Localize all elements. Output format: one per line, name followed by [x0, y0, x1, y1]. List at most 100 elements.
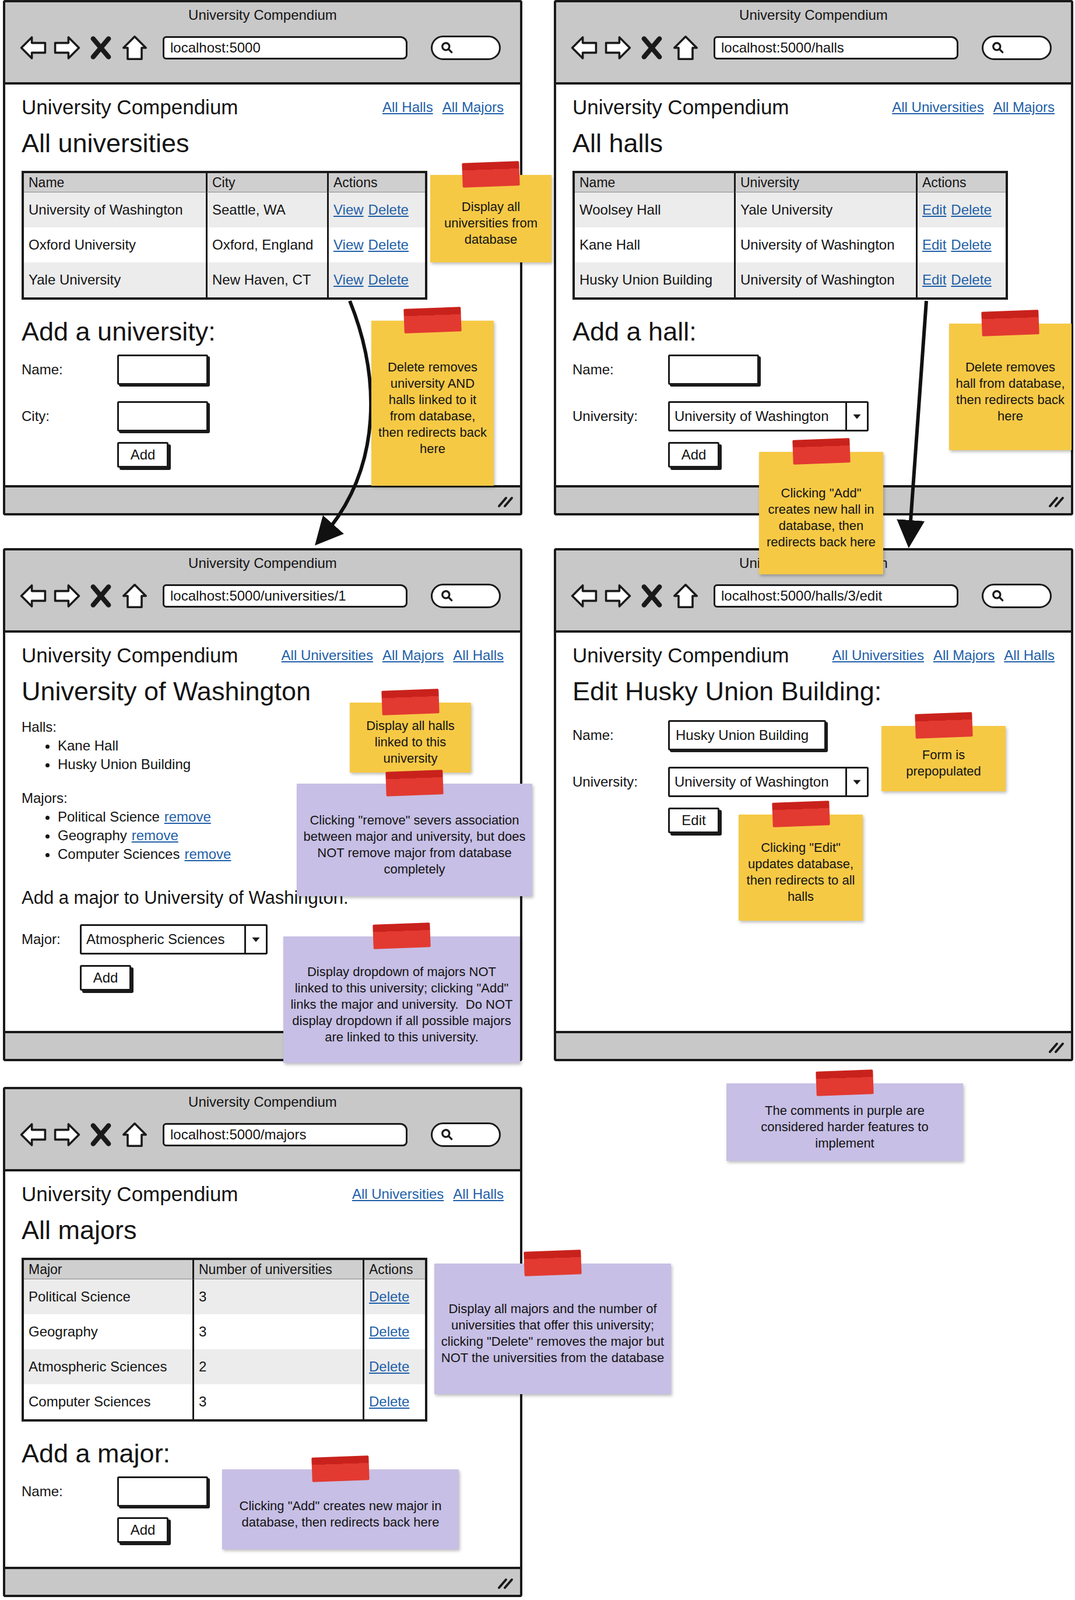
resize-grip-icon[interactable]	[1045, 492, 1067, 509]
site-brand[interactable]: University Compendium	[21, 643, 239, 668]
action-link[interactable]: Delete	[950, 236, 992, 254]
site-brand[interactable]: University Compendium	[21, 95, 239, 120]
search-box[interactable]	[430, 35, 501, 61]
submit-button[interactable]: Add	[79, 964, 132, 991]
stop-icon[interactable]	[86, 33, 115, 62]
action-link[interactable]: View	[333, 201, 364, 219]
table-cell: Oxford, England	[205, 227, 328, 263]
forward-icon[interactable]	[603, 33, 632, 62]
search-box[interactable]	[981, 583, 1052, 609]
tape	[385, 769, 444, 796]
text-input[interactable]	[117, 1476, 209, 1507]
actions-cell: Delete	[362, 1348, 425, 1384]
site-header: University Compendium All Universities All…	[21, 1181, 504, 1207]
table-cell: Woolsey Hall	[574, 192, 734, 228]
action-link[interactable]: Delete	[368, 236, 409, 254]
nav-link[interactable]: All Universities	[281, 647, 374, 664]
address-bar[interactable]: localhost:5000/halls/3/edit	[713, 584, 959, 608]
home-icon[interactable]	[120, 33, 149, 62]
text-input[interactable]	[668, 354, 760, 385]
page-heading: Edit Husky Union Building:	[572, 675, 882, 708]
dropdown[interactable]: Atmospheric Sciences	[79, 924, 268, 955]
action-link[interactable]: Edit	[922, 201, 947, 219]
forward-icon[interactable]	[53, 33, 82, 62]
nav-link[interactable]: All Halls	[452, 1185, 504, 1203]
action-link[interactable]: Edit	[922, 271, 947, 288]
sticky-note: Display all universities from database	[430, 174, 552, 263]
nav-link[interactable]: All Majors	[933, 647, 995, 664]
action-link[interactable]: Edit	[922, 236, 947, 254]
search-box[interactable]	[430, 1122, 501, 1147]
forward-icon[interactable]	[53, 581, 82, 610]
back-icon[interactable]	[19, 1120, 48, 1149]
column-header: University	[733, 173, 916, 193]
back-icon[interactable]	[19, 33, 48, 62]
nav-link[interactable]: All Majors	[993, 99, 1055, 116]
action-link[interactable]: Delete	[369, 1323, 410, 1340]
address-bar[interactable]: localhost:5000/majors	[162, 1122, 408, 1147]
stop-icon[interactable]	[637, 581, 666, 610]
search-icon	[440, 589, 454, 603]
action-link[interactable]: Delete	[369, 1393, 410, 1410]
submit-button[interactable]: Add	[668, 441, 720, 468]
stop-icon[interactable]	[86, 1120, 115, 1149]
site-brand[interactable]: University Compendium	[572, 643, 790, 668]
home-icon[interactable]	[120, 581, 149, 610]
nav-link[interactable]: All Majors	[382, 647, 444, 664]
action-link[interactable]: Delete	[368, 271, 409, 288]
text-input[interactable]	[117, 354, 209, 385]
action-link[interactable]: Delete	[950, 271, 992, 288]
address-bar[interactable]: localhost:5000/universities/1	[162, 584, 408, 608]
nav-link[interactable]: All Halls	[1003, 647, 1055, 664]
nav-link[interactable]: All Universities	[352, 1185, 444, 1203]
submit-button[interactable]: Edit	[668, 807, 720, 834]
table-cell: Seattle, WA	[205, 192, 328, 228]
tape	[523, 1249, 582, 1276]
submit-button[interactable]: Add	[117, 441, 169, 468]
page-heading: All halls	[572, 127, 663, 160]
nav-link[interactable]: All Halls	[452, 647, 504, 664]
site-brand[interactable]: University Compendium	[21, 1181, 239, 1207]
stop-icon[interactable]	[86, 581, 115, 610]
submit-button[interactable]: Add	[117, 1516, 169, 1543]
action-link[interactable]: Delete	[369, 1288, 410, 1305]
search-box[interactable]	[430, 583, 501, 609]
field-label: Major:	[21, 931, 61, 948]
address-bar[interactable]: localhost:5000	[162, 36, 408, 60]
home-icon[interactable]	[120, 1120, 149, 1149]
nav-link[interactable]: All Majors	[442, 99, 504, 116]
search-box[interactable]	[981, 35, 1052, 61]
nav-link[interactable]: All Universities	[891, 99, 984, 116]
text-input[interactable]	[117, 401, 209, 432]
item-list: Kane HallHusky Union Building	[21, 736, 231, 774]
home-icon[interactable]	[671, 33, 700, 62]
remove-link[interactable]: remove	[184, 845, 231, 862]
back-icon[interactable]	[570, 581, 599, 610]
back-icon[interactable]	[19, 581, 48, 610]
action-link[interactable]: View	[333, 236, 364, 254]
remove-link[interactable]: remove	[164, 808, 212, 825]
site-brand[interactable]: University Compendium	[572, 95, 790, 120]
search-icon	[440, 41, 454, 55]
action-link[interactable]: Delete	[368, 201, 409, 219]
resize-grip-icon[interactable]	[494, 1573, 516, 1590]
back-icon[interactable]	[570, 33, 599, 62]
action-link[interactable]: Delete	[369, 1358, 410, 1375]
action-link[interactable]: View	[333, 271, 364, 288]
forward-icon[interactable]	[53, 1120, 82, 1149]
nav-link[interactable]: All Universities	[832, 647, 925, 664]
remove-link[interactable]: remove	[131, 827, 179, 843]
stop-icon[interactable]	[637, 33, 666, 62]
action-link[interactable]: Delete	[950, 201, 992, 219]
dropdown[interactable]: University of Washington	[668, 766, 869, 797]
table-cell: Geography	[23, 1314, 193, 1349]
address-bar[interactable]: localhost:5000/halls	[713, 36, 959, 60]
page-heading: University of Washington	[21, 675, 311, 708]
home-icon[interactable]	[671, 581, 700, 610]
forward-icon[interactable]	[603, 581, 632, 610]
nav-link[interactable]: All Halls	[382, 99, 434, 116]
text-input[interactable]: Husky Union Building	[668, 719, 827, 751]
resize-grip-icon[interactable]	[494, 492, 516, 509]
resize-grip-icon[interactable]	[1045, 1037, 1067, 1055]
dropdown[interactable]: University of Washington	[668, 401, 869, 432]
